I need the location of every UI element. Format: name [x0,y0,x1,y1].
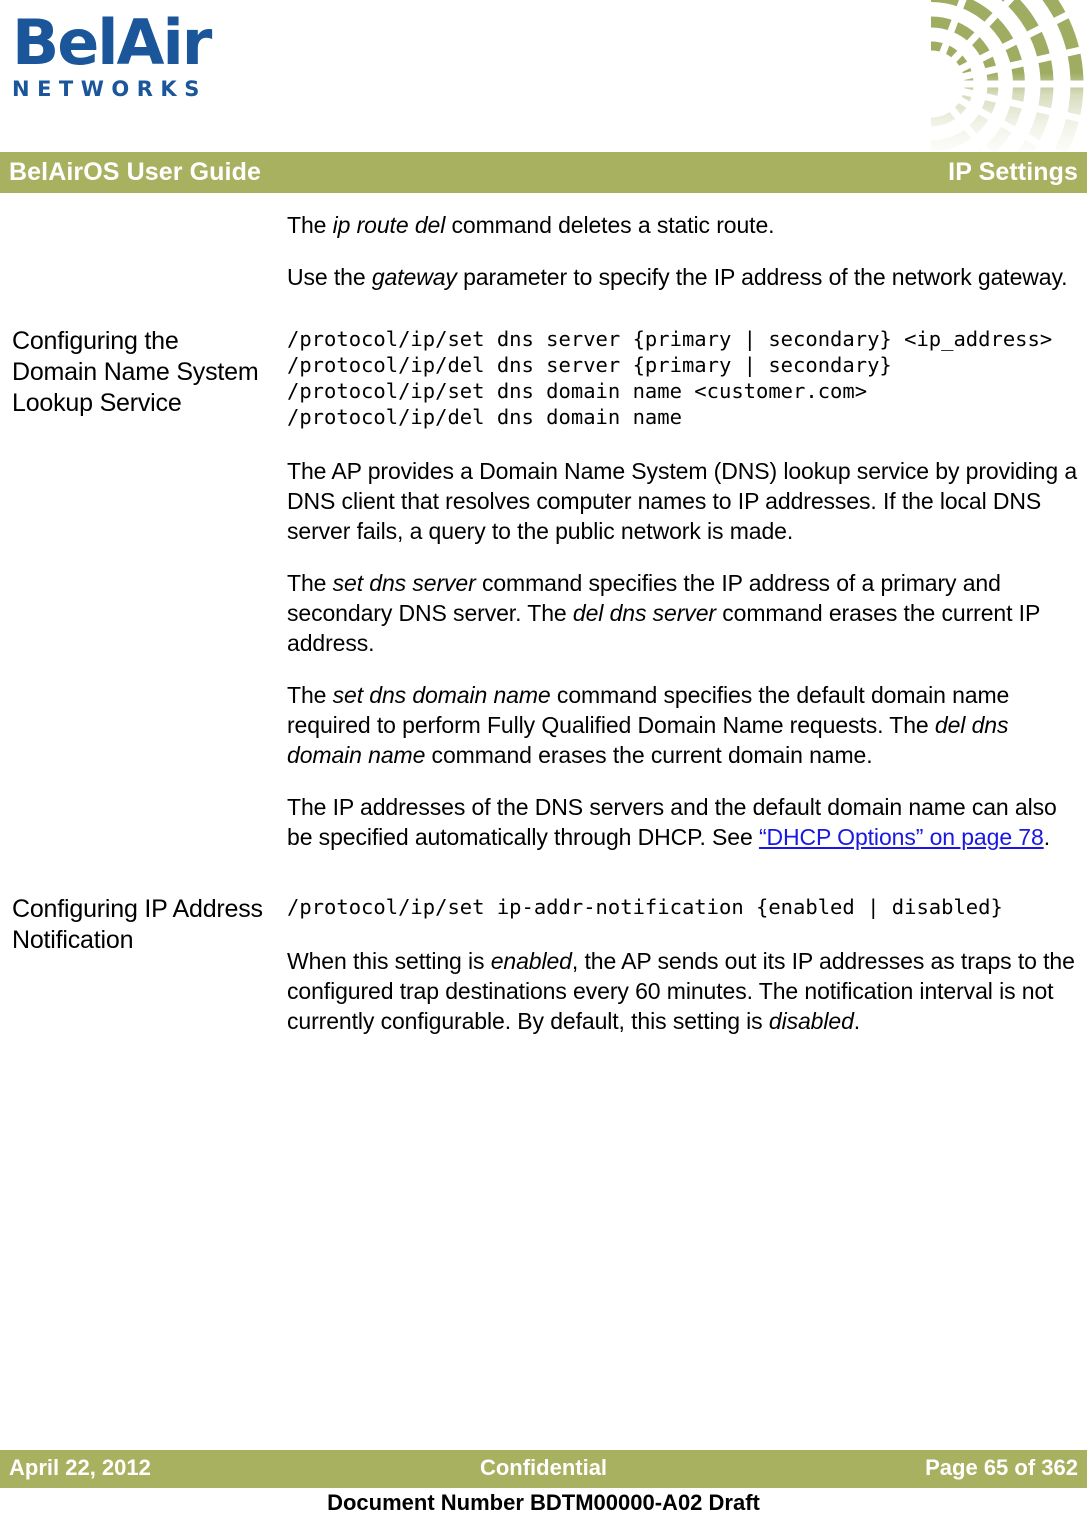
emphasis-text: gateway [371,264,457,290]
page-content: The ip route del command deletes a stati… [0,193,1087,1036]
section-side-heading: Configuring the Domain Name System Looku… [12,327,259,417]
intro-paragraph: The ip route del command deletes a stati… [287,210,1079,240]
text-run: When this setting is [287,948,491,974]
text-run: parameter to specify the IP address of t… [456,264,1068,290]
text-run: The [287,212,333,238]
footer-document-number: Document Number BDTM00000-A02 Draft [327,1490,760,1515]
emphasis-text: enabled [490,948,572,974]
belair-networks-logo: BelAir NETWORKS [12,12,212,112]
document-section: Configuring the Domain Name System Looku… [0,326,1087,852]
intro-body: The ip route del command deletes a stati… [287,193,1079,292]
section-body: /protocol/ip/set dns server {primary | s… [287,326,1079,852]
intro-paragraph: Use the gateway parameter to specify the… [287,262,1079,292]
document-section: Configuring IP Address Notification/prot… [0,894,1087,1036]
body-paragraph: The set dns server command specifies the… [287,568,1079,658]
running-footer-bar: April 22, 2012 Confidential Page 65 of 3… [0,1450,1087,1488]
logo-subword: NETWORKS [12,77,207,101]
running-header-bar: BelAirOS User Guide IP Settings [0,152,1087,193]
radial-fan-graphic-icon [917,0,1087,152]
section-body: /protocol/ip/set ip-addr-notification {e… [287,894,1079,1036]
text-run: The AP provides a Domain Name System (DN… [287,458,1078,544]
text-run: The [287,682,333,708]
text-run: command erases the current domain name. [425,742,873,768]
intro-section: The ip route del command deletes a stati… [0,193,1087,292]
cli-command-block: /protocol/ip/set dns server {primary | s… [287,327,1053,429]
body-paragraph: The set dns domain name command specifie… [287,680,1079,770]
emphasis-text: ip route del [332,212,446,238]
cross-reference-link[interactable]: “DHCP Options” on page 78 [759,824,1044,850]
body-paragraph: The IP addresses of the DNS servers and … [287,792,1079,852]
text-run: . [853,1008,861,1034]
emphasis-text: set dns server [332,570,476,596]
section-side-heading: Configuring IP Address Notification [12,895,263,954]
emphasis-text: disabled [768,1008,854,1034]
chapter-title: IP Settings [948,158,1078,186]
text-run: Use the [287,264,372,290]
body-paragraph: When this setting is enabled, the AP sen… [287,946,1079,1036]
cli-command-block: /protocol/ip/set ip-addr-notification {e… [287,895,1003,919]
text-run: command deletes a static route. [445,212,775,238]
footer-classification: Confidential [479,1455,608,1480]
document-title: BelAirOS User Guide [9,158,261,186]
body-paragraph: The AP provides a Domain Name System (DN… [287,456,1079,546]
emphasis-text: set dns domain name [332,682,551,708]
text-run: The [287,570,333,596]
emphasis-text: del dns server [572,600,716,626]
logo-wordmark: BelAir [12,6,212,79]
text-run: . [1043,824,1050,850]
footer-page-number: Page 65 of 362 [925,1455,1078,1480]
